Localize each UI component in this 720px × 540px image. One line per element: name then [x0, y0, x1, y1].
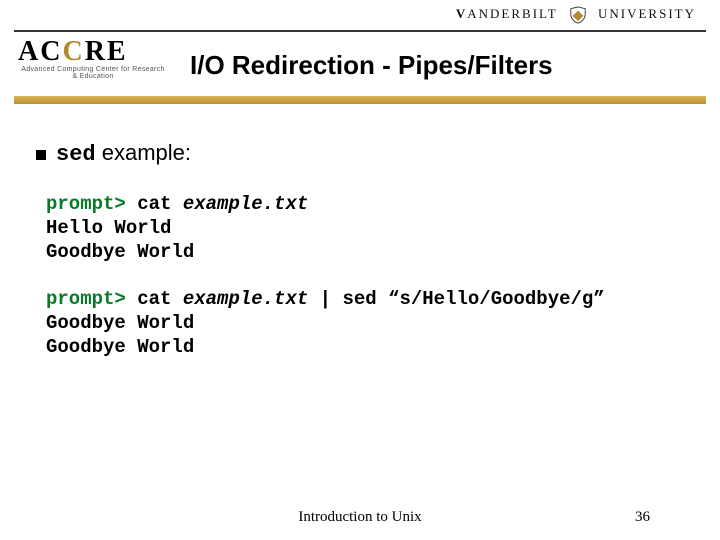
university-rest: ANDERBILT: [467, 6, 557, 21]
cmd-cat-2: cat: [126, 288, 183, 310]
slide-title: I/O Redirection - Pipes/Filters: [190, 50, 553, 81]
code-block-2: prompt> cat example.txt | sed “s/Hello/G…: [46, 288, 684, 359]
pipe-sed: | sed “s/Hello/Goodbye/g”: [308, 288, 604, 310]
cmd-cat-1: cat: [126, 193, 183, 215]
output-1b: Goodbye World: [46, 241, 194, 263]
university-v: V: [456, 6, 467, 21]
university-label: VANDERBILT UNIVERSITY: [456, 6, 696, 24]
content: sed example: prompt> cat example.txt Hel…: [36, 140, 684, 384]
prompt-1: prompt>: [46, 193, 126, 215]
code-block-1: prompt> cat example.txt Hello World Good…: [46, 193, 684, 264]
accre-logo: ACCRE Advanced Computing Center for Rese…: [18, 36, 168, 84]
university-suffix: UNIVERSITY: [598, 6, 696, 21]
logo-subtitle: Advanced Computing Center for Research &…: [18, 66, 168, 80]
divider: [14, 30, 706, 32]
arg-file-2: example.txt: [183, 288, 308, 310]
top-bar: VANDERBILT UNIVERSITY: [0, 0, 720, 30]
output-1a: Hello World: [46, 217, 171, 239]
gold-bar: [14, 96, 706, 104]
footer-title: Introduction to Unix: [0, 509, 720, 526]
output-2b: Goodbye World: [46, 336, 194, 358]
prompt-2: prompt>: [46, 288, 126, 310]
output-2a: Goodbye World: [46, 312, 194, 334]
arg-file-1: example.txt: [183, 193, 308, 215]
bullet-sed-example: sed example:: [36, 140, 684, 167]
bullet-text: example:: [96, 140, 191, 165]
logo-text: ACCRE: [18, 36, 168, 68]
shield-icon: [569, 6, 587, 24]
page-number: 36: [635, 509, 650, 526]
bullet-icon: [36, 150, 46, 160]
bullet-cmd: sed: [56, 142, 96, 167]
